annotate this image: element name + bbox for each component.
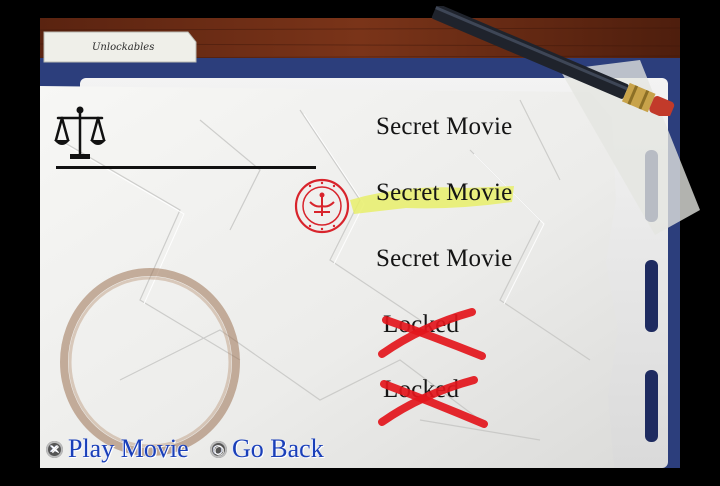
pencil-icon xyxy=(431,6,675,116)
cross-out-mark-icon xyxy=(378,376,488,428)
cross-out-mark-icon xyxy=(378,308,486,360)
menu-item-secret-movie-3[interactable]: Secret Movie xyxy=(376,245,512,273)
play-movie-label: Play Movie xyxy=(68,434,189,463)
circle-button-icon: ○ xyxy=(210,440,227,458)
folder-tab-label: Unlockables xyxy=(92,42,155,53)
go-back-prompt[interactable]: ○ Go Back xyxy=(210,434,324,464)
menu-item-secret-movie-2[interactable]: Secret Movie xyxy=(376,179,512,207)
menu-item-secret-movie-1[interactable]: Secret Movie xyxy=(376,113,512,141)
go-back-label: Go Back xyxy=(232,434,324,463)
play-movie-prompt[interactable]: ✕ Play Movie xyxy=(46,434,189,464)
scales-of-justice-icon xyxy=(54,106,106,159)
seal-stamp-icon xyxy=(294,178,350,234)
game-screen: Unlockables Secret Movie Secret Movie Se… xyxy=(0,0,720,486)
cross-button-icon: ✕ xyxy=(46,440,63,458)
